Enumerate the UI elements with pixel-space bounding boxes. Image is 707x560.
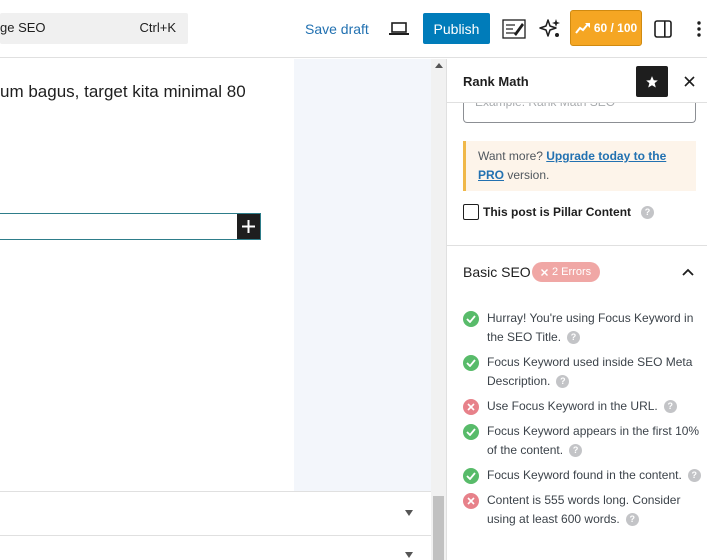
chevron-down-icon — [405, 510, 413, 516]
seo-check-text: Content is 555 words long. Consider usin… — [487, 493, 681, 526]
check-failed-icon — [463, 399, 479, 415]
scrollbar-thumb[interactable] — [433, 496, 444, 560]
seo-check-item: Use Focus Keyword in the URL.? — [463, 397, 703, 416]
seo-check-text: Focus Keyword appears in the first 10% o… — [487, 424, 700, 457]
star-icon — [646, 75, 658, 88]
sidebar-title: Rank Math — [463, 74, 529, 89]
editor-header: ge SEO Ctrl+K Save draft Publish 60 / 10… — [0, 0, 707, 58]
empty-block-placeholder[interactable] — [0, 213, 261, 240]
upsell-suffix: version. — [504, 168, 550, 182]
check-failed-icon — [463, 493, 479, 509]
add-block-button[interactable] — [237, 214, 260, 239]
upsell-prefix: Want more? — [478, 149, 547, 163]
help-icon[interactable]: ? — [567, 331, 581, 345]
check-passed-icon — [463, 468, 479, 484]
seo-check-item: Focus Keyword used inside SEO Meta Descr… — [463, 353, 703, 391]
meta-box-panel[interactable] — [0, 536, 431, 560]
close-icon — [683, 75, 695, 87]
help-icon[interactable]: ? — [687, 469, 701, 483]
seo-check-text: Focus Keyword found in the content. — [487, 468, 682, 482]
help-icon[interactable]: ? — [569, 444, 583, 458]
more-vertical-icon — [696, 21, 701, 37]
command-palette-shortcut: Ctrl+K — [139, 20, 176, 35]
errors-badge-text: 2 Errors — [552, 266, 592, 278]
settings-sidebar-toggle[interactable] — [650, 15, 676, 43]
seo-check-item: Focus Keyword found in the content.? — [463, 466, 703, 485]
meta-box-panel[interactable] — [0, 491, 431, 536]
pro-upsell-notice: Want more? Upgrade today to the PRO vers… — [463, 141, 696, 191]
publish-button[interactable]: Publish — [423, 13, 490, 44]
sparkle-icon — [539, 19, 560, 37]
preview-button[interactable] — [385, 14, 413, 44]
ai-assistant-button[interactable] — [536, 15, 564, 43]
collapse-section-button[interactable] — [680, 264, 696, 280]
basic-seo-section-header[interactable]: Basic SEO 2 Errors — [463, 262, 696, 282]
editor-settings-button[interactable] — [500, 15, 528, 43]
command-palette-button[interactable]: ge SEO Ctrl+K — [0, 13, 188, 44]
basic-seo-title: Basic SEO — [463, 264, 531, 280]
seo-check-text: Focus Keyword used inside SEO Meta Descr… — [487, 355, 693, 388]
pillar-content-checkbox[interactable] — [463, 204, 479, 220]
pillar-content-option: This post is Pillar Content ? — [463, 202, 655, 222]
chevron-up-icon — [682, 268, 694, 276]
seo-check-text: Hurray! You're using Focus Keyword in th… — [487, 311, 694, 344]
help-icon[interactable]: ? — [641, 205, 655, 219]
seo-check-text: Use Focus Keyword in the URL. — [487, 399, 658, 413]
section-divider — [447, 245, 707, 246]
basic-seo-checklist: Hurray! You're using Focus Keyword in th… — [463, 309, 703, 535]
editor-scrollbar[interactable] — [431, 59, 446, 560]
errors-badge: 2 Errors — [532, 262, 601, 282]
help-icon[interactable]: ? — [556, 375, 570, 389]
scroll-up-arrow-icon[interactable] — [435, 63, 443, 68]
save-draft-button[interactable]: Save draft — [300, 14, 374, 44]
edit-document-icon — [502, 19, 526, 39]
sidebar-header: Rank Math — [447, 59, 707, 103]
plus-icon — [242, 220, 255, 233]
check-passed-icon — [463, 355, 479, 371]
seo-check-item: Hurray! You're using Focus Keyword in th… — [463, 309, 703, 347]
chevron-down-icon — [405, 552, 413, 558]
check-passed-icon — [463, 311, 479, 327]
seo-check-item: Focus Keyword appears in the first 10% o… — [463, 422, 703, 460]
rank-math-logo-icon — [575, 23, 590, 34]
check-passed-icon — [463, 424, 479, 440]
command-palette-text: ge SEO — [0, 20, 46, 35]
error-x-icon — [541, 268, 548, 276]
rank-math-sidebar: Example: Rank Math SEO Rank Math Want mo… — [446, 59, 707, 560]
help-icon[interactable]: ? — [663, 400, 677, 414]
help-icon[interactable]: ? — [625, 513, 639, 527]
pin-sidebar-button[interactable] — [636, 66, 668, 97]
seo-check-item: Content is 555 words long. Consider usin… — [463, 491, 703, 529]
rank-math-score-button[interactable]: 60 / 100 — [570, 10, 642, 46]
close-sidebar-button[interactable] — [677, 69, 701, 93]
pillar-content-label[interactable]: This post is Pillar Content — [483, 205, 631, 219]
paragraph-block[interactable]: um bagus, target kita minimal 80 — [0, 82, 246, 102]
desktop-preview-icon — [389, 22, 409, 35]
options-menu-button[interactable] — [690, 15, 707, 43]
editor-canvas: um bagus, target kita minimal 80 — [0, 59, 446, 560]
sidebar-icon — [654, 20, 672, 38]
canvas-gutter — [294, 59, 431, 491]
seo-score-text: 60 / 100 — [593, 21, 638, 35]
